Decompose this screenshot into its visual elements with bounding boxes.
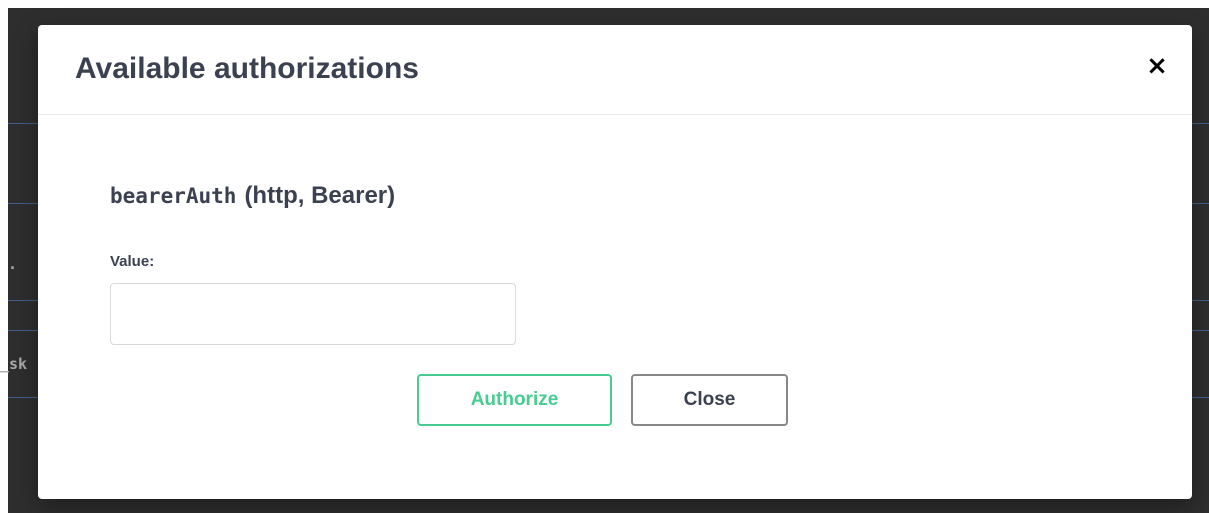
background-divider [1192,330,1209,331]
background-divider [1192,203,1209,204]
background-divider [8,123,38,124]
value-label: Value: [110,253,155,270]
background-divider [1192,123,1209,124]
bearer-token-input[interactable] [110,283,516,345]
close-button[interactable]: Close [631,374,788,426]
background-divider [1192,397,1209,398]
background-partial-text: . [8,255,18,273]
auth-scheme-name: bearerAuth [110,184,237,208]
authorizations-dialog: Available authorizations × bearerAuth (ht… [38,25,1192,499]
background-divider [8,397,38,398]
background-divider [8,330,38,331]
dialog-title: Available authorizations [75,52,419,85]
background-partial-text: _sk [0,355,28,373]
background-divider [8,203,38,204]
close-icon[interactable]: × [1144,51,1170,81]
background-divider [1192,300,1209,301]
authorize-button[interactable]: Authorize [417,374,612,426]
auth-scheme-type: (http, Bearer) [244,182,396,209]
dialog-header: Available authorizations × [38,25,1192,115]
background-divider [8,300,38,301]
auth-scheme-title: bearerAuth (http, Bearer) [110,182,395,210]
